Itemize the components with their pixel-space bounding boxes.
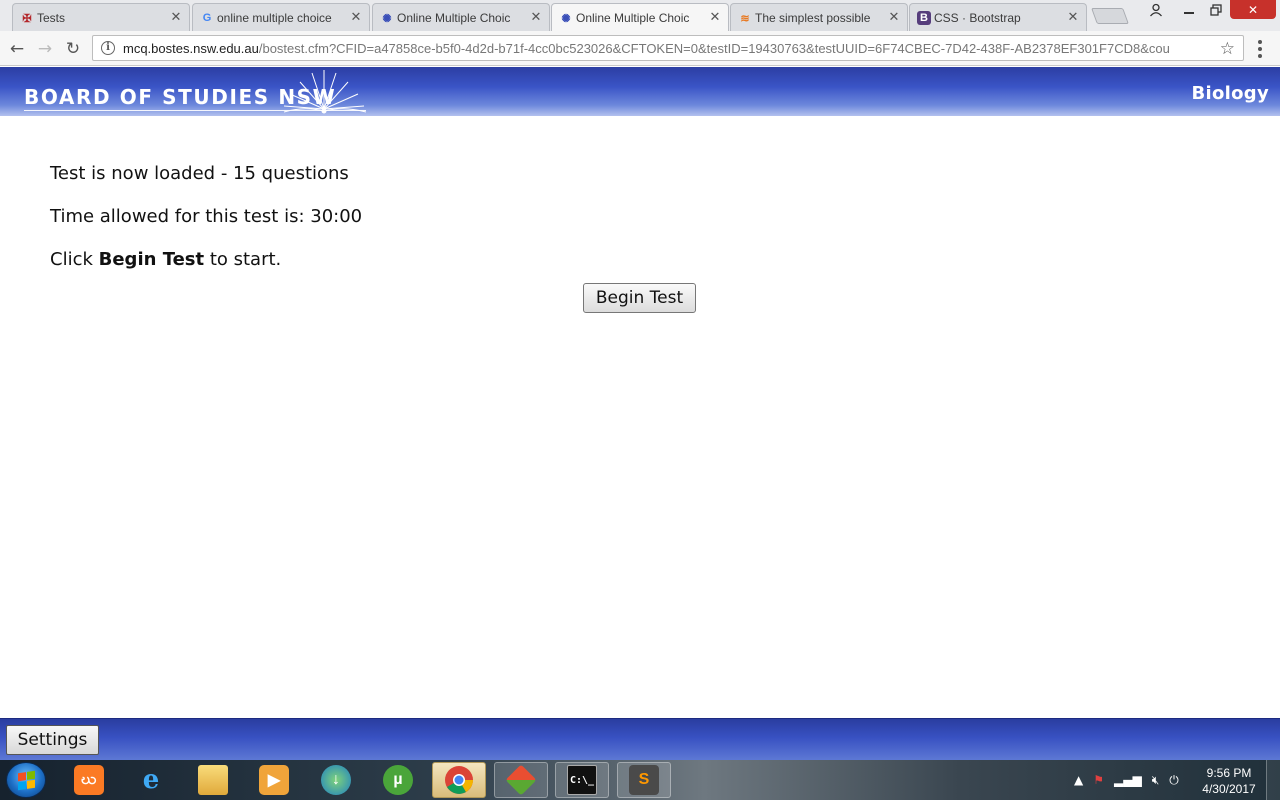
tab-css-bootstrap[interactable]: B CSS · Bootstrap ✕ [909, 3, 1087, 31]
close-icon[interactable]: ✕ [1066, 10, 1080, 24]
minimize-button[interactable] [1176, 0, 1202, 19]
xampp-icon[interactable]: ဃ [62, 762, 116, 798]
file-explorer-icon[interactable] [186, 762, 240, 798]
forward-arrow-icon[interactable]: → [34, 38, 56, 60]
instruction-prefix: Click [50, 249, 99, 270]
settings-button[interactable]: Settings [6, 725, 99, 755]
tab-title: The simplest possible [755, 10, 871, 25]
red-cross-icon: ✠ [22, 12, 32, 25]
questions-loaded-text: Test is now loaded - 15 questions [50, 163, 349, 184]
begin-test-button[interactable]: Begin Test [583, 283, 696, 313]
tab-online-multiple-choice-search[interactable]: G online multiple choice ✕ [192, 3, 370, 31]
begin-instruction-text: Click Begin Test to start. [50, 248, 362, 291]
clock-time: 9:56 PM [1206, 766, 1252, 780]
instruction-bold: Begin Test [98, 249, 205, 270]
info-icon[interactable]: i [101, 41, 115, 55]
bookmark-star-icon[interactable]: ☆ [1220, 39, 1235, 59]
tab-online-multiple-choice-2[interactable]: ✺ Online Multiple Choic ✕ [551, 3, 729, 31]
google-icon: G [202, 12, 212, 24]
time-allowed-text: Time allowed for this test is: 30:00 [50, 206, 363, 227]
tab-title: Online Multiple Choic [397, 10, 511, 25]
power-icon[interactable]: ⏻ [1169, 773, 1179, 788]
new-tab-button[interactable] [1091, 8, 1129, 24]
close-window-button[interactable]: ✕ [1230, 0, 1276, 19]
page-header: BOARD OF STUDIES NSW Biology [0, 67, 1280, 116]
utorrent-icon[interactable]: µ [371, 762, 425, 798]
stackoverflow-icon: ≋ [740, 12, 750, 25]
tab-title: Tests [37, 10, 66, 25]
tab-title: online multiple choice [217, 10, 332, 25]
reload-icon[interactable]: ↻ [62, 38, 84, 60]
tab-title: Online Multiple Choic [576, 10, 690, 25]
media-player-icon[interactable]: ▶ [247, 762, 301, 798]
taskbar-clock[interactable]: 9:56 PM 4/30/2017 [1200, 765, 1258, 797]
settings-bar: Settings [0, 718, 1280, 760]
close-icon[interactable]: ✕ [887, 10, 901, 24]
tab-title: CSS · Bootstrap [934, 10, 1021, 25]
windows-taskbar: ဃ e ▶ ↓ µ C:\_ S ▲ ⚑ ▂▄▆ 🔇︎ ⏻ 9:56 PM 4/… [0, 760, 1280, 800]
chrome-icon[interactable] [432, 762, 486, 798]
tab-the-simplest-possible[interactable]: ≋ The simplest possible ✕ [730, 3, 908, 31]
clock-date: 4/30/2017 [1202, 782, 1256, 796]
show-desktop-button[interactable] [1266, 760, 1280, 800]
sunburst-logo-icon [283, 70, 367, 114]
action-center-flag-icon[interactable]: ⚑ [1093, 773, 1104, 787]
browser-toolbar: ← → ↻ i mcq.bostes.nsw.edu.au/bostest.cf… [0, 31, 1280, 66]
restore-button[interactable] [1203, 0, 1229, 19]
sublime-text-icon[interactable]: S [617, 762, 671, 798]
show-hidden-icons-icon[interactable]: ▲ [1074, 773, 1083, 787]
browser-tab-strip: ✠ Tests ✕ G online multiple choice ✕ ✺ O… [0, 0, 1280, 31]
tab-online-multiple-choice-1[interactable]: ✺ Online Multiple Choic ✕ [372, 3, 550, 31]
instruction-suffix: to start. [204, 249, 282, 270]
bos-icon: ✺ [382, 12, 392, 25]
tab-tests[interactable]: ✠ Tests ✕ [12, 3, 190, 31]
bootstrap-icon: B [917, 11, 931, 25]
volume-muted-icon[interactable]: 🔇︎ [1152, 773, 1160, 788]
internet-download-manager-icon[interactable]: ↓ [309, 762, 363, 798]
address-bar[interactable]: i mcq.bostes.nsw.edu.au/bostest.cfm?CFID… [92, 35, 1244, 61]
close-icon[interactable]: ✕ [529, 10, 543, 24]
windows-start-icon[interactable] [6, 762, 46, 798]
test-info-panel: Test is now loaded - 15 questions Time a… [50, 162, 362, 291]
back-arrow-icon[interactable]: ← [6, 38, 28, 60]
browser-menu-icon[interactable] [1252, 40, 1268, 58]
bos-icon: ✺ [561, 12, 571, 25]
subject-title: Biology [1191, 83, 1269, 104]
url-text: mcq.bostes.nsw.edu.au/bostest.cfm?CFID=a… [123, 41, 1217, 56]
url-host: mcq.bostes.nsw.edu.au [123, 40, 259, 56]
git-icon[interactable] [494, 762, 548, 798]
close-icon[interactable]: ✕ [349, 10, 363, 24]
url-path: /bostest.cfm?CFID=a47858ce-b5f0-4d2d-b71… [258, 40, 1170, 56]
command-prompt-icon[interactable]: C:\_ [555, 762, 609, 798]
user-profile-icon[interactable] [1144, 0, 1168, 19]
close-icon[interactable]: ✕ [169, 10, 183, 24]
network-signal-icon[interactable]: ▂▄▆ [1114, 773, 1142, 787]
system-tray: ▲ ⚑ ▂▄▆ 🔇︎ ⏻ [1074, 770, 1179, 790]
close-icon[interactable]: ✕ [708, 10, 722, 24]
internet-explorer-icon[interactable]: e [124, 762, 178, 798]
